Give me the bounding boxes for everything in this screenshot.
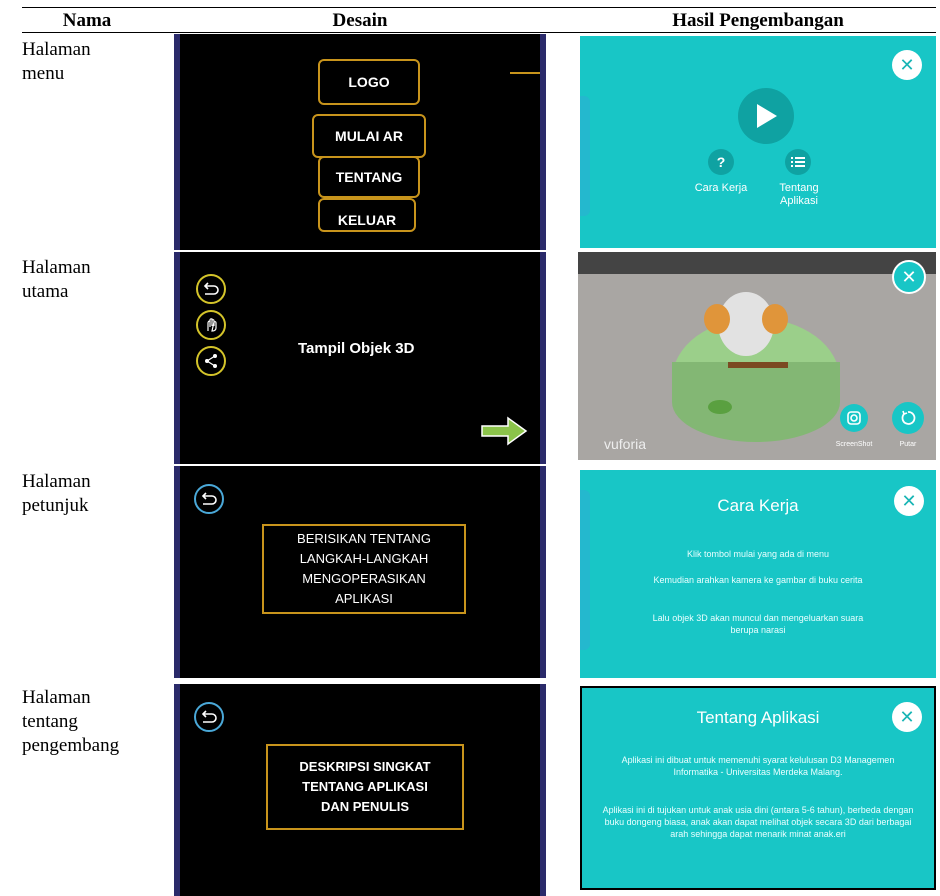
close-icon[interactable]: ✕ (892, 260, 926, 294)
row-name-petunjuk: Halaman petunjuk (22, 471, 91, 516)
design-utama: Tampil Objek 3D (174, 252, 546, 464)
row-name-utama: Halaman utama (22, 257, 91, 302)
rotate-icon[interactable] (892, 402, 924, 434)
tentang-button: TENTANG (318, 156, 420, 198)
swing-seat (728, 362, 788, 368)
close-icon[interactable]: ✕ (892, 50, 922, 80)
list-icon[interactable] (785, 149, 811, 175)
row-name-menu: Halaman menu (22, 39, 91, 84)
cara-kerja-step-2: Kemudian arahkan kamera ke gambar di buk… (653, 575, 863, 585)
help-icon[interactable]: ? (708, 149, 734, 175)
side-edge (580, 96, 590, 216)
design-petunjuk: BERISIKAN TENTANG LANGKAH-LANGKAH MENGOP… (174, 466, 546, 678)
cara-kerja-label: Cara Kerja (694, 182, 748, 194)
row-name-tentang: Halaman tentang pengembang (22, 687, 120, 756)
camera-icon[interactable] (840, 404, 868, 432)
tentang-aplikasi-title: Tentang Aplikasi (696, 708, 820, 727)
tampil-objek-label: Tampil Objek 3D (298, 340, 415, 357)
tentang-description-box: DESKRIPSI SINGKAT TENTANG APLIKASI DAN P… (266, 744, 464, 830)
keluar-button: KELUAR (318, 198, 416, 232)
next-arrow-icon (481, 416, 528, 446)
header-nama: Nama (62, 10, 112, 31)
plant (708, 400, 732, 414)
bird-wing-left (704, 304, 730, 334)
result-petunjuk: Cara Kerja ✕ Klik tombol mulai yang ada … (580, 470, 936, 678)
play-icon (757, 104, 777, 128)
cara-kerja-title: Cara Kerja (717, 496, 799, 515)
play-button[interactable] (738, 88, 794, 144)
share-icon (196, 346, 226, 376)
bird-wing-right (762, 304, 788, 334)
header-desain: Desain (332, 10, 388, 31)
logo-connector-line (510, 72, 540, 74)
screenshot-label: ScreenShot (835, 441, 873, 448)
cara-kerja-step-3: Lalu objek 3D akan muncul dan mengeluark… (652, 613, 864, 635)
petunjuk-description-box: BERISIKAN TENTANG LANGKAH-LANGKAH MENGOP… (262, 524, 466, 614)
browser-tabbar (578, 252, 936, 274)
scene-platform-side (672, 362, 840, 442)
back-icon (194, 702, 224, 732)
header-hasil: Hasil Pengembangan (672, 10, 844, 31)
design-tentang: DESKRIPSI SINGKAT TENTANG APLIKASI DAN P… (174, 684, 546, 896)
tentang-aplikasi-label: Tentang Aplikasi (779, 182, 819, 207)
table-header-rule (22, 32, 936, 33)
mulai-ar-button: MULAI AR (312, 114, 426, 158)
design-menu: LOGO MULAI AR TENTANG KELUAR (174, 34, 546, 250)
putar-label: Putar (899, 441, 917, 448)
tentang-aplikasi-paragraph-2: Aplikasi ini di tujukan untuk anak usia … (602, 805, 914, 839)
close-icon[interactable]: ✕ (894, 486, 924, 516)
vuforia-brand: vuforia (604, 436, 647, 452)
close-icon[interactable]: ✕ (892, 702, 922, 732)
result-utama: ✕ vuforia ScreenShot Putar (578, 252, 936, 460)
table-top-rule (22, 7, 936, 8)
hand-icon (196, 310, 226, 340)
logo-button: LOGO (318, 59, 420, 105)
back-icon (196, 274, 226, 304)
tentang-aplikasi-paragraph-1: Aplikasi ini dibuat untuk memenuhi syara… (621, 755, 895, 777)
back-icon (194, 484, 224, 514)
cara-kerja-step-1: Klik tombol mulai yang ada di menu (686, 549, 830, 559)
result-menu: ✕ ? Cara Kerja Tentang Aplikasi (580, 36, 936, 248)
result-tentang: Tentang Aplikasi ✕ Aplikasi ini dibuat u… (580, 686, 936, 890)
